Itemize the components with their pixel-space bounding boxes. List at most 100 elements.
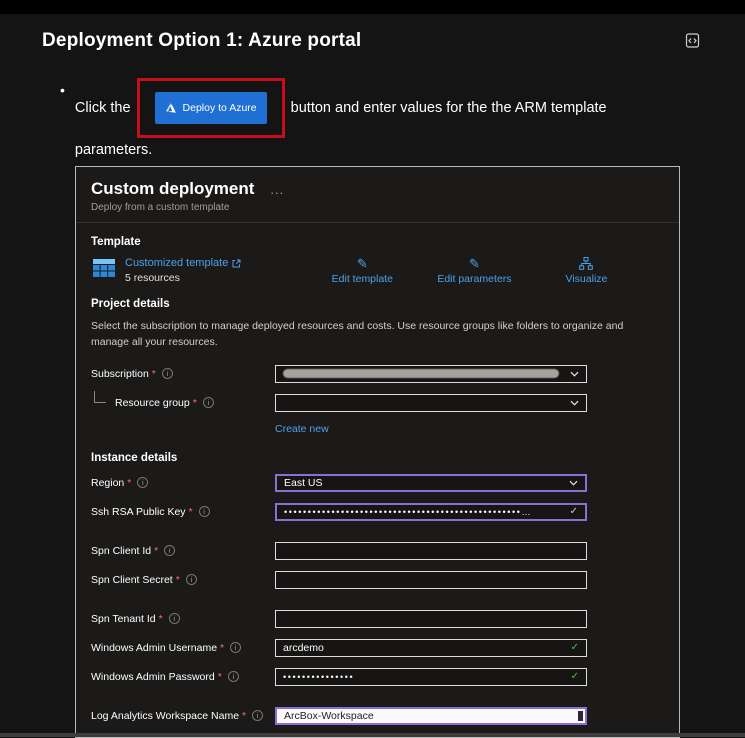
windows-admin-password-input[interactable]: ••••••••••••••• ✓ [275,668,587,686]
label-text: Subscription [91,368,149,380]
label-text: Windows Admin Username [91,642,217,654]
masked-ssh-value: ••••••••••••••••••••••••••••••••••••••••… [284,507,546,517]
field-row-ssh-key: Ssh RSA Public Key* i •••••••••••••••••••… [91,503,664,521]
form-title: Custom deployment [91,179,254,199]
workspace-name-value: ArcBox-Workspace [284,710,374,722]
label-text: Spn Client Secret [91,574,173,586]
tree-connector [94,391,106,403]
required-asterisk: * [176,574,180,586]
chevron-down-icon [570,371,579,377]
info-icon: i [199,506,210,517]
more-ellipsis: ... [270,182,284,197]
copy-code-icon[interactable] [684,32,701,54]
label-text: Spn Tenant Id [91,613,156,625]
required-asterisk: * [152,368,156,380]
external-link-icon [232,259,241,268]
ssh-key-input[interactable]: ••••••••••••••••••••••••••••••••••••••••… [275,503,587,521]
resource-group-dropdown[interactable] [275,394,587,412]
spn-client-id-input[interactable] [275,542,587,560]
field-label: Resource group*i [91,397,275,409]
info-icon: i [164,545,175,556]
template-section-heading: Template [91,236,664,248]
chevron-down-icon [569,480,578,486]
instruction-before: Click the [75,100,131,116]
visualize-label: Visualize [566,273,608,285]
label-text: Log Analytics Workspace Name [91,710,239,722]
field-row-windows-admin-username: Windows Admin Username*i arcdemo ✓ [91,639,664,657]
field-row-resource-group: Resource group*i [91,394,664,412]
field-label: Subscription* i [91,368,275,380]
field-row-region: Region* i East US [91,474,664,492]
template-info: Customized template 5 resources [125,257,241,284]
field-label: Region* i [91,477,275,489]
required-asterisk: * [189,506,193,518]
field-row-subscription: Subscription* i [91,365,664,383]
label-text: Region [91,477,124,489]
azure-logo-icon [165,102,177,114]
field-label: Windows Admin Password*i [91,671,275,683]
page-title: Deployment Option 1: Azure portal [42,30,361,52]
field-row-spn-client-id: Spn Client Id*i [91,542,664,560]
info-icon: i [162,368,173,379]
info-icon: i [252,710,263,721]
edit-parameters-label: Edit parameters [437,273,511,285]
highlight-box: Deploy to Azure [137,78,285,138]
subscription-dropdown[interactable] [275,365,587,383]
region-value: East US [284,477,323,489]
spn-client-secret-input[interactable] [275,571,587,589]
project-details-heading: Project details [91,298,664,310]
username-value: arcdemo [283,642,324,654]
deploy-to-azure-button[interactable]: Deploy to Azure [155,92,267,124]
field-label: Spn Tenant Id* i [91,613,275,625]
required-asterisk: * [127,477,131,489]
visualize-button[interactable]: Visualize [555,257,617,285]
customized-template-label: Customized template [125,257,228,269]
label-text: Spn Client Id [91,545,151,557]
required-asterisk: * [193,397,197,409]
label-text: Resource group [115,397,190,409]
bullet-marker: • [60,78,65,162]
field-label: Windows Admin Username*i [91,642,275,654]
instruction-text: Click theDeploy to Azurebutton and enter… [75,78,670,162]
region-dropdown[interactable]: East US [275,474,587,492]
info-icon: i [186,574,197,585]
chevron-down-icon [570,400,579,406]
field-row-spn-tenant-id: Spn Tenant Id* i [91,610,664,628]
info-icon: i [230,642,241,653]
template-resource-count: 5 resources [125,272,241,284]
label-text: Windows Admin Password [91,671,215,683]
template-row: Customized template 5 resources ✎ Edit t… [91,257,664,285]
project-details-description: Select the subscription to manage deploy… [91,319,639,351]
template-grid-icon [93,259,115,283]
windows-admin-username-input[interactable]: arcdemo ✓ [275,639,587,657]
edit-parameters-button[interactable]: ✎ Edit parameters [437,257,511,285]
spn-tenant-id-input[interactable] [275,610,587,628]
bottom-scroll-strip [0,733,745,737]
form-fields: Subscription*i Resource group*i Create n… [91,365,664,738]
info-icon: i [169,613,180,624]
form-subtitle: Deploy from a custom template [91,202,664,213]
field-label: Spn Client Id*i [91,545,275,557]
customized-template-link[interactable]: Customized template [125,257,241,269]
log-analytics-workspace-input[interactable]: ArcBox-Workspace [275,707,587,725]
form-title-row: Custom deployment ... [91,179,664,199]
required-asterisk: * [242,710,246,722]
field-row-windows-admin-password: Windows Admin Password*i •••••••••••••••… [91,668,664,686]
redacted-subscription-value [283,369,559,378]
instance-details-heading: Instance details [91,452,664,464]
check-icon: ✓ [570,506,578,517]
edit-template-button[interactable]: ✎ Edit template [331,257,393,285]
visualize-icon [579,257,593,270]
custom-deployment-form: Custom deployment ... Deploy from a cust… [75,166,680,738]
create-new-link[interactable]: Create new [275,423,329,435]
field-row-spn-client-secret: Spn Client Secret* i [91,571,664,589]
deploy-button-label: Deploy to Azure [183,96,257,120]
instruction-bullet: • Click theDeploy to Azurebutton and ent… [60,78,685,162]
field-label: Ssh RSA Public Key* i [91,506,275,518]
info-icon: i [137,477,148,488]
edit-template-label: Edit template [332,273,393,285]
required-asterisk: * [159,613,163,625]
template-actions: ✎ Edit template ✎ Edit parameters Visual… [331,257,617,285]
label-text: Ssh RSA Public Key [91,506,186,518]
header-divider [76,222,679,223]
